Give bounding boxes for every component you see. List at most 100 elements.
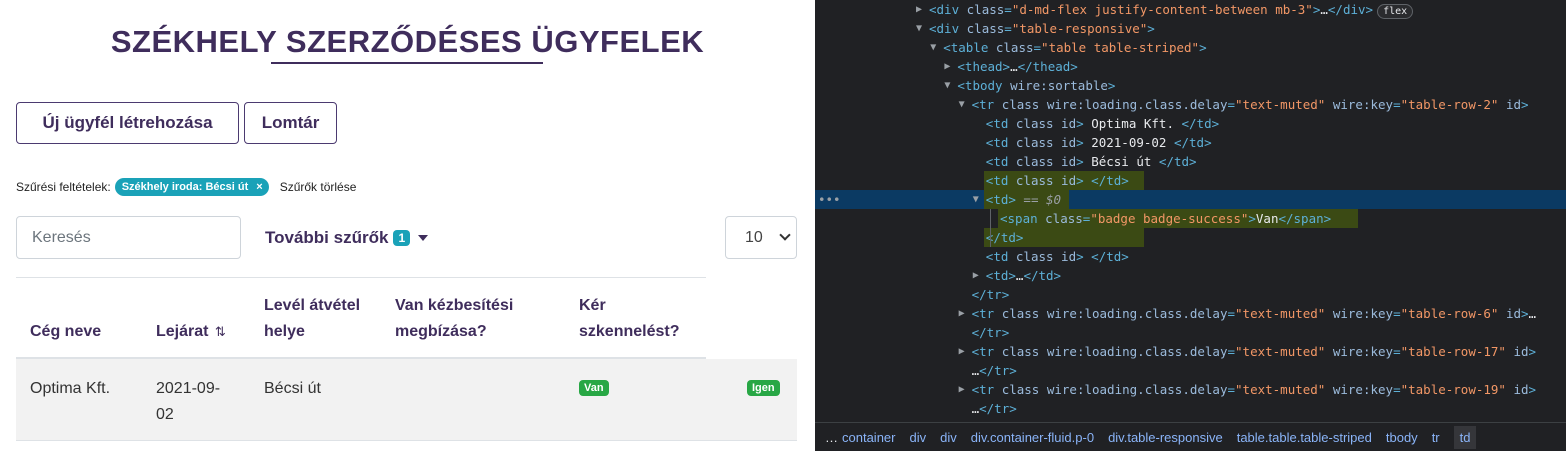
dom-node-markup: </tr> <box>971 287 1010 302</box>
table-row[interactable] <box>16 359 797 441</box>
page-title: SZÉKHELY SZERZŐDÉSES ÜGYFELEK <box>110 24 705 59</box>
dom-node-line[interactable]: ▶ <tr class wire:loading.class.delay="tex… <box>815 380 1566 399</box>
dom-node-line[interactable]: ▶ <tr class wire:loading.class.delay="tex… <box>815 342 1566 361</box>
dom-node-line[interactable]: ▶ <thead>…</thead> <box>815 57 1566 76</box>
dom-node-line[interactable]: ▼ <table class="table table-striped"> <box>815 38 1566 57</box>
dom-node-line[interactable]: …</tr> <box>815 361 1566 380</box>
expanded-triangle-icon[interactable]: ▼ <box>916 19 922 38</box>
breadcrumb-item[interactable]: td <box>1453 425 1477 449</box>
header-scan-line1: Kér <box>579 297 606 314</box>
dom-node-markup: <tr class wire:loading.class.delay="text… <box>971 97 1529 112</box>
dom-node-line[interactable]: <td class id> </td> <box>815 247 1566 266</box>
status-badge: Igen <box>747 380 780 396</box>
new-client-button[interactable]: Új ügyfél létrehozása <box>16 102 239 144</box>
dom-node-markup: <div class="d-md-flex justify-content-be… <box>929 0 1414 19</box>
dom-node-markup: <tr class wire:loading.class.delay="text… <box>971 344 1537 359</box>
filter-count-badge: 1 <box>393 230 411 246</box>
breadcrumb-item[interactable]: div.container-fluid.p-0 <box>971 430 1094 445</box>
close-icon[interactable]: × <box>256 181 262 193</box>
expanded-triangle-icon[interactable]: ▼ <box>973 190 979 209</box>
header-delivery: Van kézbesítési megbízása? <box>395 293 513 345</box>
page-size-value: 10 <box>745 228 763 246</box>
dom-node-markup: …</tr> <box>971 401 1017 416</box>
dom-node-line[interactable]: ▼ <div class="table-responsive"> <box>815 19 1566 38</box>
dom-node-line[interactable]: ▶ <td>…</td> <box>815 266 1566 285</box>
collapsed-triangle-icon[interactable]: ▶ <box>944 57 950 76</box>
cell-expiry-line2: 02 <box>156 406 174 423</box>
dom-node-markup: <thead>…</thead> <box>957 59 1078 74</box>
collapsed-triangle-icon[interactable]: ▶ <box>959 342 965 361</box>
header-company[interactable]: Cég neve <box>30 319 101 345</box>
dom-node-line[interactable]: <td class id> Optima Kft. </td> <box>815 114 1566 133</box>
expanded-triangle-icon[interactable]: ▼ <box>930 38 936 57</box>
expanded-triangle-icon[interactable]: ▼ <box>959 95 965 114</box>
status-badge: Van <box>579 380 609 396</box>
dom-node-line[interactable]: <td class id> </td> <box>815 171 1566 190</box>
dom-node-line[interactable]: </tr> <box>815 285 1566 304</box>
dom-node-markup: <td class id> 2021-09-02 </td> <box>985 135 1212 150</box>
collapsed-triangle-icon[interactable]: ▶ <box>916 0 922 19</box>
breadcrumb-item[interactable]: table.table.table-striped <box>1237 430 1372 445</box>
dom-node-line[interactable]: <span class="badge badge-success">Van</s… <box>815 209 1566 228</box>
dom-node-line[interactable]: </tr> <box>815 323 1566 342</box>
header-delivery-line2: megbízása? <box>395 323 487 340</box>
dom-node-markup: <td> == $0 <box>985 192 1062 207</box>
dom-node-line[interactable]: ▼ <tbody wire:sortable> <box>815 76 1566 95</box>
cell-mail-place: Bécsi út <box>264 380 321 397</box>
flex-badge[interactable]: flex <box>1377 4 1414 19</box>
more-filters-label: További szűrők <box>265 228 389 247</box>
breadcrumb-item[interactable]: div <box>909 430 926 445</box>
cell-company: Optima Kft. <box>30 380 111 397</box>
filter-chip-label: Székhely iroda: Bécsi út <box>121 181 249 193</box>
search-input[interactable] <box>16 216 241 259</box>
breadcrumb-item[interactable]: div <box>940 430 957 445</box>
collapsed-triangle-icon[interactable]: ▶ <box>959 304 965 323</box>
dom-node-markup: </td> <box>985 230 1024 245</box>
clear-filters-link[interactable]: Szűrők törlése <box>280 180 357 194</box>
chevron-down-icon <box>779 229 791 241</box>
dom-node-line[interactable]: <td class id> Bécsi út </td> <box>815 152 1566 171</box>
breadcrumb-item[interactable]: tbody <box>1386 430 1418 445</box>
header-mail-line1: Levél átvétel <box>264 297 361 314</box>
dom-node-markup: …</tr> <box>971 363 1017 378</box>
devtools-elements-panel: ▶ <div class="d-md-flex justify-content-b… <box>815 0 1566 451</box>
dom-node-line[interactable]: …</tr> <box>815 399 1566 418</box>
filter-chip[interactable]: Székhely iroda: Bécsi út × <box>114 178 269 196</box>
breadcrumb-item[interactable]: div.table-responsive <box>1108 430 1223 445</box>
dom-node-line[interactable]: ▶ <div class="d-md-flex justify-content-b… <box>815 0 1566 19</box>
dom-node-line[interactable]: ▼ <tr class wire:loading.class.delay="tex… <box>815 95 1566 114</box>
active-filters: Szűrési feltételek: Székhely iroda: Bécs… <box>16 178 356 196</box>
header-delivery-line1: Van kézbesítési <box>395 297 514 314</box>
breadcrumb-items: container div div div.container-fluid.p-0 di… <box>842 425 1477 449</box>
breadcrumb-item[interactable]: tr <box>1432 430 1440 445</box>
dom-node-markup: <tbody wire:sortable> <box>957 78 1116 93</box>
header-expiry[interactable]: Lejárat ⇅ <box>156 319 226 345</box>
trash-button[interactable]: Lomtár <box>244 102 337 144</box>
breadcrumb-item[interactable]: container <box>842 430 895 445</box>
dom-node-markup: <table class="table table-striped"> <box>943 40 1207 55</box>
more-options-icon[interactable]: ••• <box>818 190 841 209</box>
app-pane: SZÉKHELY SZERZŐDÉSES ÜGYFELEK Új ügyfél … <box>0 0 815 451</box>
dom-node-markup: <td>…</td> <box>985 268 1062 283</box>
dom-node-line[interactable]: ▼ <td> == $0 ••• <box>815 190 1566 209</box>
page-size-select[interactable]: 10 <box>725 216 797 259</box>
dom-node-line[interactable]: ▶ <tr class wire:loading.class.delay="tex… <box>815 304 1566 323</box>
table-top-border <box>16 277 706 278</box>
header-scan-line2: szkennelést? <box>579 323 680 340</box>
more-filters-toggle[interactable]: További szűrők 1 <box>265 228 429 248</box>
sort-icon[interactable]: ⇅ <box>215 324 226 339</box>
dom-node-markup: <span class="badge badge-success">Van</s… <box>1000 211 1332 226</box>
collapsed-triangle-icon[interactable]: ▶ <box>959 380 965 399</box>
breadcrumb-overflow[interactable]: … <box>825 430 838 445</box>
cell-expiry: 2021-09- 02 <box>156 376 220 428</box>
tree-guide-line <box>990 209 991 247</box>
dom-node-markup: <td class id> </td> <box>985 173 1129 188</box>
header-expiry-label: Lejárat <box>156 323 209 340</box>
expanded-triangle-icon[interactable]: ▼ <box>944 76 950 95</box>
dom-node-markup: <tr class wire:loading.class.delay="text… <box>971 306 1537 321</box>
dom-node-line[interactable]: </td> <box>815 228 1566 247</box>
header-mail-place: Levél átvétel helye <box>264 293 360 345</box>
collapsed-triangle-icon[interactable]: ▶ <box>973 266 979 285</box>
dom-node-markup: <td class id> </td> <box>985 249 1129 264</box>
dom-node-line[interactable]: <td class id> 2021-09-02 </td> <box>815 133 1566 152</box>
